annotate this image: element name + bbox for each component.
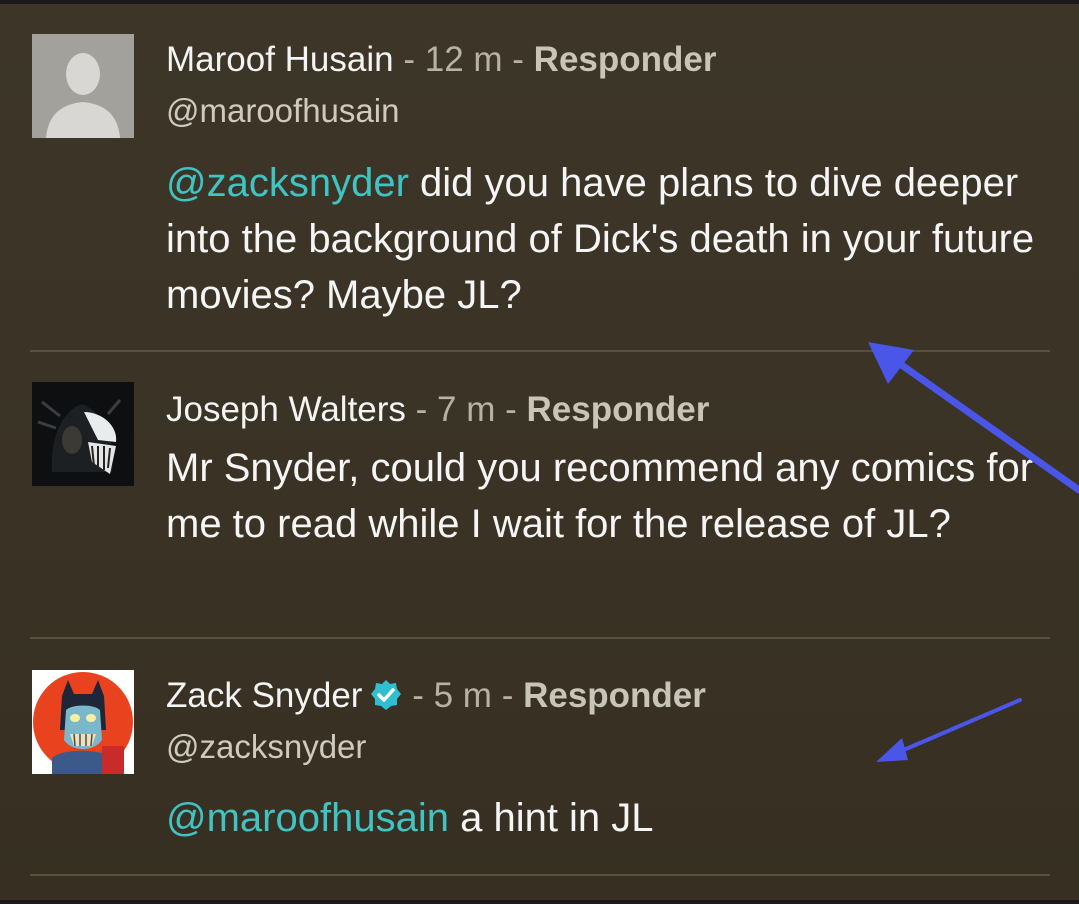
arrow-annotation-icon (868, 342, 1079, 762)
